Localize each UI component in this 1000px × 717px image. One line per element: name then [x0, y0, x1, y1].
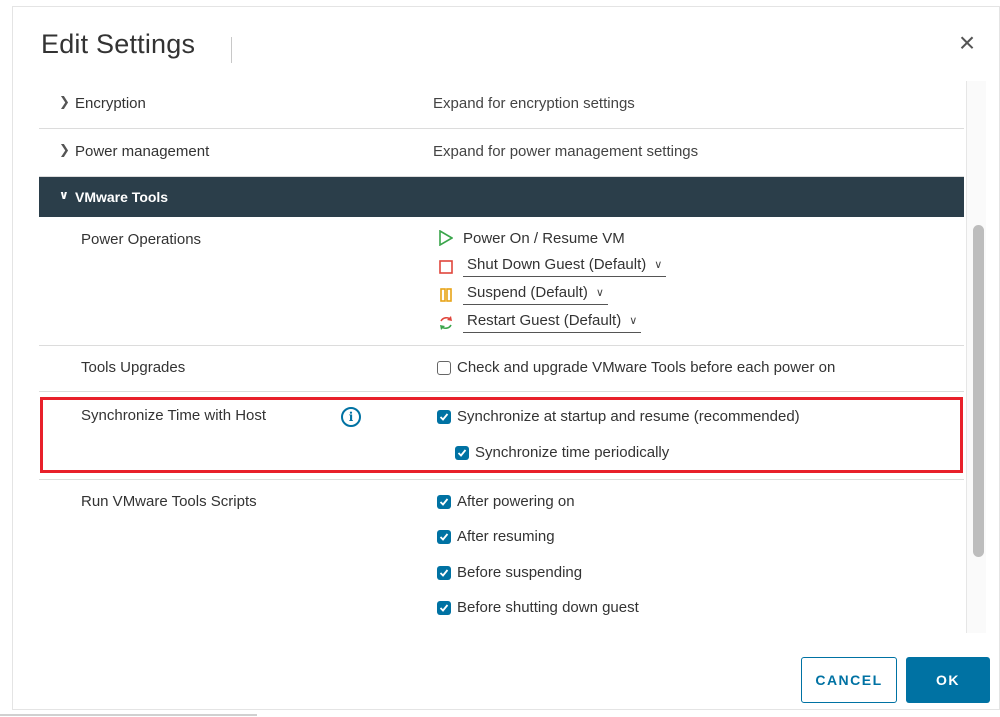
divider [39, 345, 964, 346]
power-operations-label: Power Operations [81, 231, 202, 248]
chevron-down-icon: ∨ [595, 287, 604, 299]
sync-startup-option[interactable]: Synchronize at startup and resume (recom… [437, 408, 800, 425]
restart-value: Restart Guest (Default) [467, 312, 622, 329]
after-resume-option[interactable]: After resuming [437, 528, 555, 545]
vmware-tools-title: VMware Tools [75, 189, 169, 205]
divider [39, 479, 964, 480]
sync-startup-checkbox[interactable] [437, 409, 451, 424]
suspend-value: Suspend (Default) [467, 284, 588, 301]
tools-upgrade-checkbox[interactable] [437, 360, 451, 375]
vmware-tools-header[interactable]: ∨ VMware Tools [39, 177, 964, 217]
shut-down-value: Shut Down Guest (Default) [467, 256, 647, 273]
before-shutdown-text: Before shutting down guest [457, 599, 639, 616]
before-suspend-checkbox[interactable] [437, 565, 451, 580]
chevron-down-icon[interactable]: ∨ [59, 188, 69, 202]
after-power-on-checkbox[interactable] [437, 494, 451, 509]
power-on-option: Power On / Resume VM [437, 229, 625, 247]
before-suspend-text: Before suspending [457, 564, 583, 581]
chevron-down-icon: ∨ [654, 259, 663, 271]
close-icon[interactable]: × [953, 29, 981, 57]
title-divider [231, 37, 232, 63]
power-management-row[interactable]: ❯ Power management Expand for power mana… [39, 129, 964, 177]
dialog-title: Edit Settings [41, 29, 196, 59]
sync-periodic-option[interactable]: Synchronize time periodically [455, 444, 669, 461]
after-resume-checkbox[interactable] [437, 529, 451, 544]
shut-down-select[interactable]: Shut Down Guest (Default) ∨ [463, 256, 667, 277]
power-management-label: Power management [75, 143, 210, 160]
power-on-label: Power On / Resume VM [463, 229, 625, 247]
scrollbar[interactable] [966, 81, 986, 633]
after-resume-text: After resuming [457, 528, 555, 545]
sync-time-label-wrap: Synchronize Time with Host i [81, 407, 361, 427]
encryption-label: Encryption [75, 95, 146, 112]
settings-content: ❯ Encryption Expand for encryption setti… [39, 81, 964, 631]
sync-periodic-text: Synchronize time periodically [475, 444, 670, 461]
shut-down-option: Shut Down Guest (Default) ∨ [437, 256, 667, 277]
edit-settings-dialog: Edit Settings × ❯ Encryption Expand for … [12, 6, 1000, 710]
bottom-divider [0, 714, 257, 716]
chevron-right-icon[interactable]: ❯ [59, 142, 70, 158]
sync-periodic-checkbox[interactable] [455, 445, 469, 460]
divider [39, 391, 964, 392]
before-shutdown-checkbox[interactable] [437, 600, 451, 615]
restart-arrows-icon [437, 314, 455, 332]
tools-upgrades-option[interactable]: Check and upgrade VMware Tools before ea… [437, 359, 835, 376]
after-power-on-text: After powering on [457, 493, 575, 510]
tools-upgrades-label: Tools Upgrades [81, 359, 186, 376]
before-shutdown-option[interactable]: Before shutting down guest [437, 599, 639, 616]
sync-startup-text: Synchronize at startup and resume (recom… [457, 408, 800, 425]
before-suspend-option[interactable]: Before suspending [437, 564, 582, 581]
encryption-row[interactable]: ❯ Encryption Expand for encryption setti… [39, 81, 964, 129]
cancel-button[interactable]: CANCEL [801, 657, 897, 703]
suspend-option: Suspend (Default) ∨ [437, 284, 608, 305]
ok-button[interactable]: OK [906, 657, 990, 703]
encryption-value: Expand for encryption settings [433, 95, 635, 112]
play-triangle-icon [437, 229, 455, 247]
dialog-header: Edit Settings × [13, 7, 999, 79]
sync-time-label: Synchronize Time with Host [81, 407, 267, 424]
restart-option: Restart Guest (Default) ∨ [437, 312, 642, 333]
chevron-right-icon[interactable]: ❯ [59, 94, 70, 110]
suspend-select[interactable]: Suspend (Default) ∨ [463, 284, 608, 305]
scrollbar-thumb[interactable] [973, 225, 984, 557]
power-management-value: Expand for power management settings [433, 143, 699, 160]
scripts-label: Run VMware Tools Scripts [81, 493, 257, 510]
tools-upgrades-text: Check and upgrade VMware Tools before ea… [457, 359, 836, 376]
after-power-on-option[interactable]: After powering on [437, 493, 575, 510]
chevron-down-icon: ∨ [629, 315, 638, 327]
stop-square-icon [437, 258, 455, 276]
pause-bars-icon [437, 286, 455, 304]
restart-select[interactable]: Restart Guest (Default) ∨ [463, 312, 642, 333]
info-circle-icon[interactable]: i [341, 407, 361, 427]
